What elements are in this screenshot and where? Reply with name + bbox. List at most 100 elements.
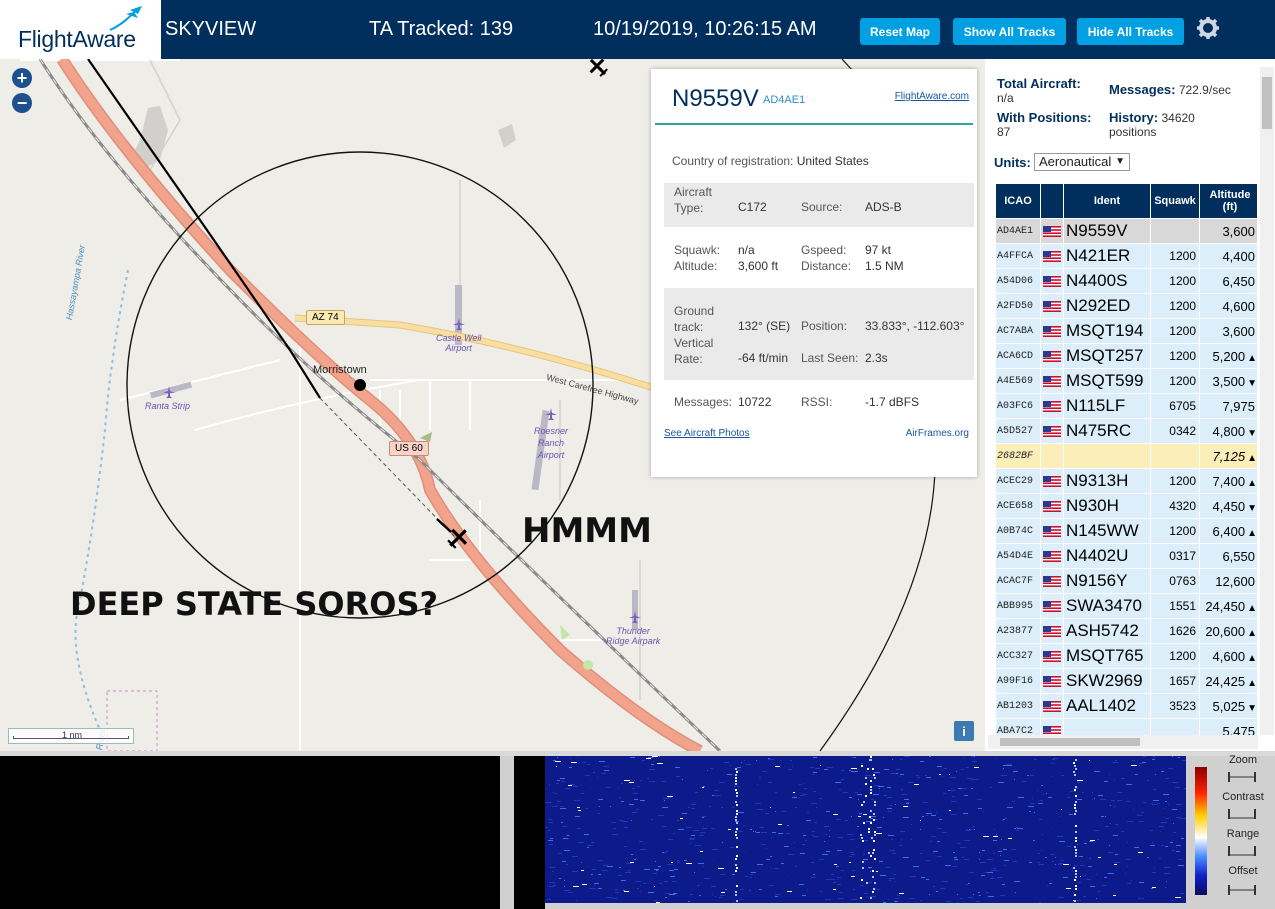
table-row[interactable]: AC7ABA MSQT194 1200 3,600 xyxy=(996,319,1257,343)
waterfall-pixel xyxy=(732,774,733,775)
waterfall-pixel xyxy=(621,783,623,784)
us-flag-icon xyxy=(1043,626,1061,638)
table-row[interactable]: A5D527 N475RC 0342 4,800 ▼ xyxy=(996,419,1257,443)
squawk-cell xyxy=(1151,719,1199,735)
table-row[interactable]: A23877 ASH5742 1626 20,600 ▲ xyxy=(996,619,1257,643)
table-row[interactable]: A4FFCA N421ER 1200 4,400 xyxy=(996,244,1257,268)
waterfall-pixel xyxy=(553,792,554,793)
scroll-thumb[interactable] xyxy=(1000,738,1140,746)
waterfall-pixel xyxy=(615,892,619,893)
waterfall-pixel xyxy=(834,864,837,865)
range-slider[interactable] xyxy=(1226,845,1258,857)
col-ident[interactable]: Ident xyxy=(1064,184,1150,218)
waterfall-pixel xyxy=(658,815,664,816)
signal-streak xyxy=(735,768,737,770)
waterfall-pixel xyxy=(857,847,858,848)
table-row[interactable]: A03FC6 N115LF 6705 7,975 xyxy=(996,394,1257,418)
hide-all-tracks-button[interactable]: Hide All Tracks xyxy=(1077,18,1184,45)
table-row[interactable]: A4E569 MSQT599 1200 3,500 ▼ xyxy=(996,369,1257,393)
waterfall-pixel xyxy=(722,842,723,843)
scroll-thumb[interactable] xyxy=(1262,77,1272,129)
waterfall-pixel xyxy=(712,795,714,796)
icao-cell: A4FFCA xyxy=(996,244,1040,268)
waterfall-pixel xyxy=(894,901,898,902)
waterfall-pixel xyxy=(1039,864,1044,865)
waterfall-pixel xyxy=(661,781,666,782)
waterfall-pixel xyxy=(1163,794,1169,795)
zoom-out-button[interactable]: − xyxy=(12,93,32,113)
table-row[interactable]: 2682BF 7,125 ▲ xyxy=(996,444,1257,468)
units-select[interactable]: Aeronautical ▼ xyxy=(1034,153,1130,171)
contrast-slider[interactable] xyxy=(1226,808,1258,820)
waterfall-pixel xyxy=(843,792,848,793)
vertical-scrollbar[interactable] xyxy=(1260,67,1274,735)
waterfall-display[interactable] xyxy=(545,756,1186,903)
selected-plane-icon[interactable] xyxy=(445,525,471,551)
flightaware-link[interactable]: FlightAware.com xyxy=(895,91,969,102)
waterfall-pixel xyxy=(711,886,716,887)
reset-map-button[interactable]: Reset Map xyxy=(860,18,940,45)
waterfall-pixel xyxy=(966,829,968,830)
waterfall-pixel xyxy=(931,836,936,837)
info-icon[interactable]: i xyxy=(954,721,974,741)
table-row[interactable]: A99F16 SKW2969 1657 24,425 ▲ xyxy=(996,669,1257,693)
signal-streak xyxy=(874,858,876,860)
airframes-link[interactable]: AirFrames.org xyxy=(906,428,969,439)
col-flag[interactable] xyxy=(1041,184,1063,218)
altitude-value: 24,425 xyxy=(1205,673,1246,689)
table-row[interactable]: ACC327 MSQT765 1200 4,600 ▲ xyxy=(996,644,1257,668)
waterfall-pixel xyxy=(770,856,772,857)
col-squawk[interactable]: Squawk xyxy=(1151,184,1199,218)
waterfall-pixel xyxy=(749,890,751,891)
zoom-slider[interactable] xyxy=(1226,771,1258,783)
col-altitude[interactable]: Altitude (ft) xyxy=(1200,184,1257,218)
table-row[interactable]: ACEC29 N9313H 1200 7,400 ▲ xyxy=(996,469,1257,493)
col-icao[interactable]: ICAO xyxy=(996,184,1040,218)
table-row[interactable]: ACAC7F N9156Y 0763 12,600 xyxy=(996,569,1257,593)
waterfall-pixel xyxy=(1001,839,1002,840)
waterfall-pixel xyxy=(957,843,961,844)
airport-icon xyxy=(163,386,175,398)
signal-streak xyxy=(862,840,864,842)
table-row[interactable]: ACE658 N930H 4320 4,450 ▼ xyxy=(996,494,1257,518)
waterfall-pixel xyxy=(1045,857,1047,858)
flag-cell xyxy=(1041,719,1063,735)
aircraft-photos-link[interactable]: See Aircraft Photos xyxy=(664,428,750,439)
waterfall-pixel xyxy=(1164,873,1170,874)
table-row[interactable]: ABA7C2 5,475 xyxy=(996,719,1257,735)
table-row[interactable]: AB1203 AAL1402 3523 5,025 ▼ xyxy=(996,694,1257,718)
waterfall-pixel xyxy=(953,852,955,853)
waterfall-pixel xyxy=(1008,838,1012,839)
waterfall-pixel xyxy=(969,872,974,873)
waterfall-pixel xyxy=(656,870,658,871)
table-row[interactable]: A54D4E N4402U 0317 6,550 xyxy=(996,544,1257,568)
waterfall-pixel xyxy=(926,879,929,880)
table-row[interactable]: A2FD50 N292ED 1200 4,600 xyxy=(996,294,1257,318)
waterfall-pixel xyxy=(942,776,943,777)
waterfall-pixel xyxy=(740,801,741,802)
waterfall-pixel xyxy=(1037,853,1040,854)
table-row[interactable]: AD4AE1 N9559V 3,600 xyxy=(996,219,1257,243)
table-row[interactable]: ABB995 SWA3470 1551 24,450 ▲ xyxy=(996,594,1257,618)
icao-cell: ACC327 xyxy=(996,644,1040,668)
table-row[interactable]: A54D06 N4400S 1200 6,450 xyxy=(996,269,1257,293)
waterfall-pixel xyxy=(662,807,668,808)
waterfall-pixel xyxy=(552,806,557,807)
table-row[interactable]: ACA6CD MSQT257 1200 5,200 ▲ xyxy=(996,344,1257,368)
show-all-tracks-button[interactable]: Show All Tracks xyxy=(953,18,1066,45)
aircraft-table-body: AD4AE1 N9559V 3,600 A4FFCA N421ER 1200 4,400 A5… xyxy=(996,219,1257,735)
zoom-in-button[interactable]: + xyxy=(12,68,32,88)
flag-cell xyxy=(1041,219,1063,243)
waterfall-pixel xyxy=(629,782,634,783)
flightaware-logo[interactable]: FlightAware xyxy=(0,0,161,59)
table-row[interactable]: A0B74C N145WW 1200 6,400 ▲ xyxy=(996,519,1257,543)
horizontal-scrollbar[interactable] xyxy=(988,735,1258,749)
waterfall-pixel xyxy=(837,879,838,880)
offset-slider[interactable] xyxy=(1226,884,1258,896)
waterfall-pixel xyxy=(993,868,996,869)
gear-icon[interactable] xyxy=(1196,16,1220,40)
signal-streak xyxy=(870,780,872,782)
plane-icon[interactable] xyxy=(586,59,610,79)
waterfall-pixel xyxy=(866,771,867,772)
waterfall-pixel xyxy=(647,778,649,779)
